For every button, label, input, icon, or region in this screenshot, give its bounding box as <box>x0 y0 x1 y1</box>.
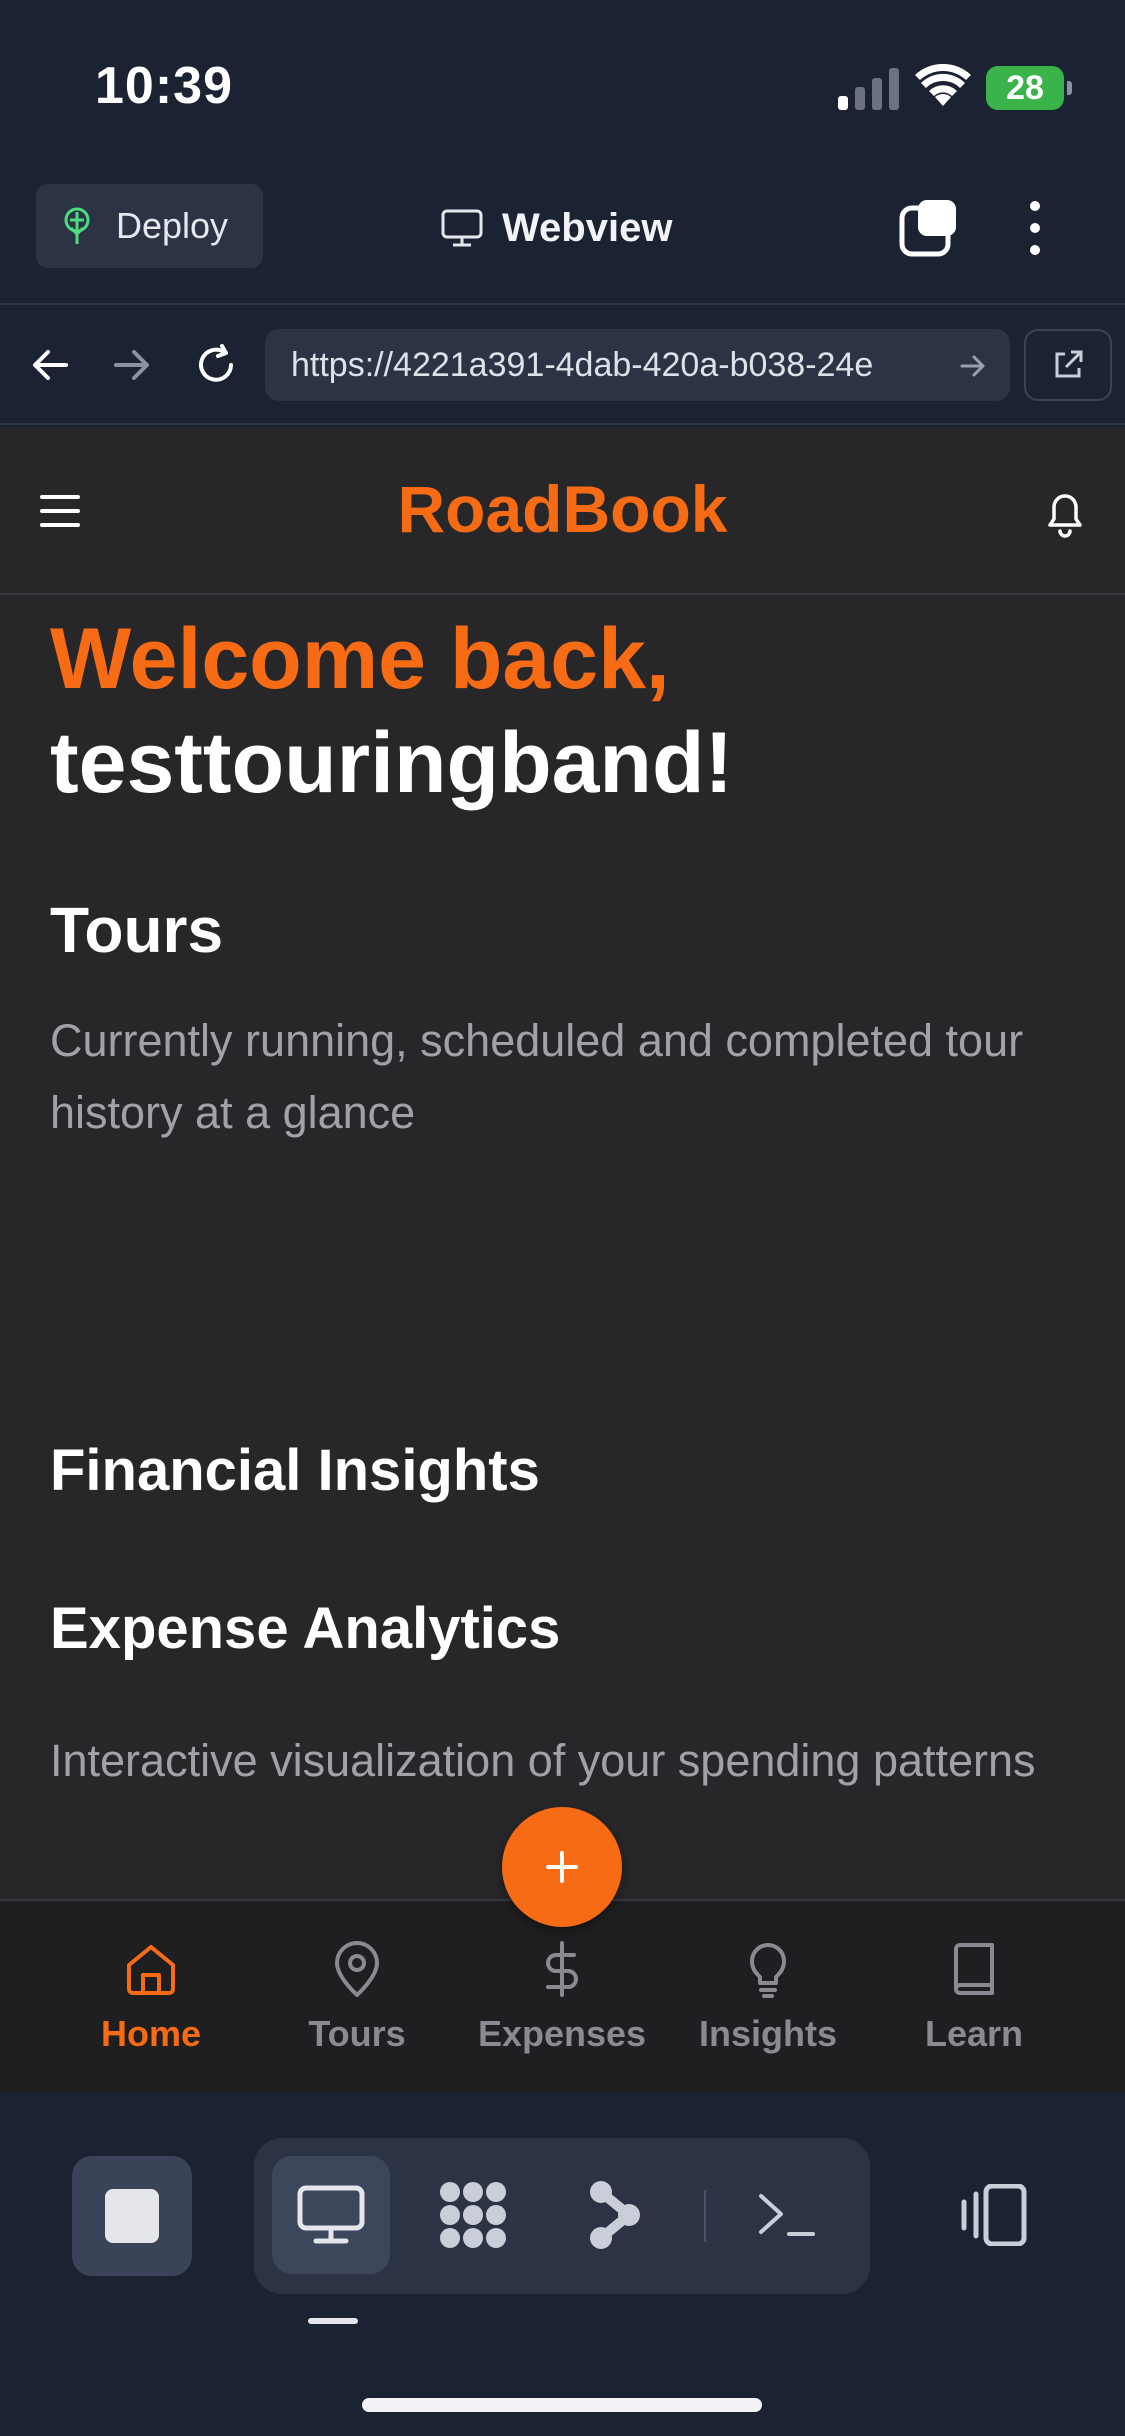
battery-indicator: 28 <box>986 66 1072 110</box>
battery-level: 28 <box>1006 68 1044 107</box>
git-tool-button[interactable] <box>556 2156 674 2274</box>
stop-icon <box>105 2189 159 2243</box>
active-tool-indicator <box>308 2318 358 2324</box>
app-header: RoadBook <box>0 427 1125 595</box>
tabs-icon[interactable] <box>898 198 960 258</box>
toolbar-divider <box>704 2190 706 2242</box>
stop-button[interactable] <box>72 2156 192 2276</box>
map-pin-icon <box>335 1941 379 1997</box>
nav-item-learn[interactable]: Learn <box>871 1901 1077 2092</box>
terminal-icon <box>759 2194 815 2236</box>
welcome-heading: Welcome back, <box>50 611 670 707</box>
webview-toolbar: Deploy Webview <box>0 170 1125 305</box>
open-external-button[interactable] <box>1024 329 1112 401</box>
lightbulb-icon <box>750 1943 786 1998</box>
webview-app: RoadBook Welcome back, testtouringband! … <box>0 427 1125 2092</box>
nav-label-learn: Learn <box>924 2013 1024 2054</box>
add-button[interactable] <box>502 1807 622 1927</box>
financial-insights-title: Financial Insights <box>50 1438 540 1503</box>
reload-icon[interactable] <box>194 343 238 387</box>
workspace-tool-button[interactable] <box>414 2156 532 2274</box>
workspace-toolbar <box>0 2094 1125 2436</box>
monitor-icon <box>297 2185 365 2244</box>
replit-grid-icon <box>440 2182 506 2248</box>
cellular-signal-icon <box>838 68 899 110</box>
plus-icon <box>546 1851 578 1883</box>
nav-item-home[interactable]: Home <box>48 1901 254 2092</box>
webview-label: Webview <box>502 205 673 250</box>
wifi-icon <box>915 64 971 106</box>
tool-switcher <box>254 2138 870 2294</box>
more-menu-icon[interactable] <box>1020 198 1050 258</box>
url-field[interactable]: https://4221a391-4dab-420a-b038-24e <box>265 329 1010 401</box>
monitor-icon <box>441 209 483 247</box>
expense-analytics-title: Expense Analytics <box>50 1596 561 1661</box>
app-logo[interactable]: RoadBook <box>0 471 1125 547</box>
shell-tool-button[interactable] <box>728 2156 846 2274</box>
bottom-navigation: Home Tours Expenses Insights Learn <box>0 1899 1125 2092</box>
deploy-button[interactable]: Deploy <box>36 184 263 268</box>
git-branch-icon <box>590 2181 640 2249</box>
url-text: https://4221a391-4dab-420a-b038-24e <box>291 345 874 384</box>
nav-label-home: Home <box>100 2013 202 2054</box>
status-time: 10:39 <box>95 57 233 115</box>
device-preview-icon[interactable] <box>958 2184 1028 2246</box>
expense-analytics-subtitle: Interactive visualization of your spendi… <box>50 1735 1036 1786</box>
welcome-block: Welcome back, testtouringband! <box>50 607 1080 815</box>
bell-icon[interactable] <box>1042 487 1088 539</box>
home-icon <box>127 1945 175 1995</box>
deploy-label: Deploy <box>116 205 229 246</box>
nav-label-tours: Tours <box>308 2013 406 2054</box>
external-link-icon <box>1055 350 1083 378</box>
dollar-icon <box>546 1941 578 1997</box>
deploy-icon <box>64 207 90 244</box>
back-arrow-icon[interactable] <box>28 343 72 387</box>
nav-label-insights: Insights <box>698 2013 837 2054</box>
home-indicator <box>362 2398 762 2412</box>
username-heading: testtouringband! <box>50 715 734 811</box>
forward-arrow-icon[interactable] <box>110 343 154 387</box>
nav-item-expenses[interactable]: Expenses <box>459 1901 665 2092</box>
go-arrow-icon[interactable] <box>958 351 988 381</box>
tours-section-title: Tours <box>50 894 224 966</box>
nav-item-tours[interactable]: Tours <box>254 1901 460 2092</box>
webview-tab-title[interactable]: Webview <box>440 200 672 256</box>
book-icon <box>954 1943 994 1995</box>
tours-section-subtitle: Currently running, scheduled and complet… <box>50 1015 1024 1138</box>
status-bar: 10:39 28 <box>0 0 1125 170</box>
webview-tool-button[interactable] <box>272 2156 390 2274</box>
nav-label-expenses: Expenses <box>477 2013 647 2054</box>
nav-item-insights[interactable]: Insights <box>665 1901 871 2092</box>
url-bar-row: https://4221a391-4dab-420a-b038-24e <box>0 307 1125 425</box>
